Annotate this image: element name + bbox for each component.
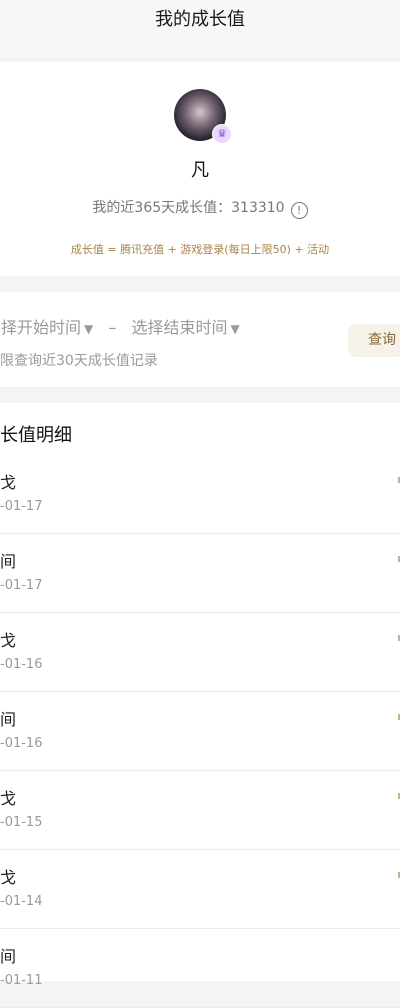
growth-details-card: 长值明细 戈 -01-17 间 -01-17 戈 -01-16 间 -01-16… [0,403,400,1008]
item-title: 戈 [0,868,17,887]
list-item[interactable]: 间 -01-11 [0,929,400,1008]
details-title: 长值明细 [0,425,72,446]
list-item[interactable]: 间 -01-16 [0,692,400,771]
item-date: -01-16 [0,736,43,751]
growth-formula: 成长值 = 腾讯充值 + 游戏登录(每日上限50) + 活动 [70,243,330,256]
item-title: 间 [0,947,17,966]
list-item[interactable]: 戈 -01-15 [0,771,400,850]
item-title: 戈 [0,789,17,808]
item-date: -01-17 [0,499,43,514]
item-title: 戈 [0,473,17,492]
vip-badge-icon: ♛ [212,124,232,144]
growth-value-label: 我的近365天成长值：313310 [92,200,285,216]
item-title: 间 [0,552,17,571]
username: 凡 [191,160,209,181]
item-date: -01-14 [0,894,43,909]
date-filter-card: 择开始时间 ▼ – 选择结束时间 ▼ 限查询近30天成长值记录 查询 [0,292,400,387]
list-item[interactable]: 戈 -01-17 [0,455,400,534]
query-limit-note: 限查询近30天成长值记录 [0,353,158,369]
info-icon[interactable]: ! [290,202,308,219]
item-date: -01-15 [0,815,43,830]
profile-card: ♛ 凡 我的近365天成长值：313310! 成长值 = 腾讯充值 + 游戏登录… [0,62,400,276]
chevron-down-icon: ▼ [230,322,240,336]
item-title: 间 [0,710,17,729]
date-range-picker: 择开始时间 ▼ – 选择结束时间 ▼ [1,314,240,338]
item-title: 戈 [0,631,17,650]
item-date: -01-17 [0,578,43,593]
start-date-picker[interactable]: 择开始时间 ▼ [1,318,93,337]
growth-summary: 我的近365天成长值：313310! [0,197,400,219]
end-date-picker[interactable]: 选择结束时间 ▼ [131,318,239,337]
date-separator: – [108,318,117,337]
query-button[interactable]: 查询 [348,324,400,357]
page-header: 我的成长值 [0,0,400,58]
list-item[interactable]: 戈 -01-14 [0,850,400,929]
chevron-down-icon: ▼ [84,322,94,336]
list-item[interactable]: 戈 -01-16 [0,613,400,692]
list-item[interactable]: 间 -01-17 [0,534,400,613]
page-title: 我的成长值 [155,9,245,30]
item-date: -01-16 [0,657,43,672]
